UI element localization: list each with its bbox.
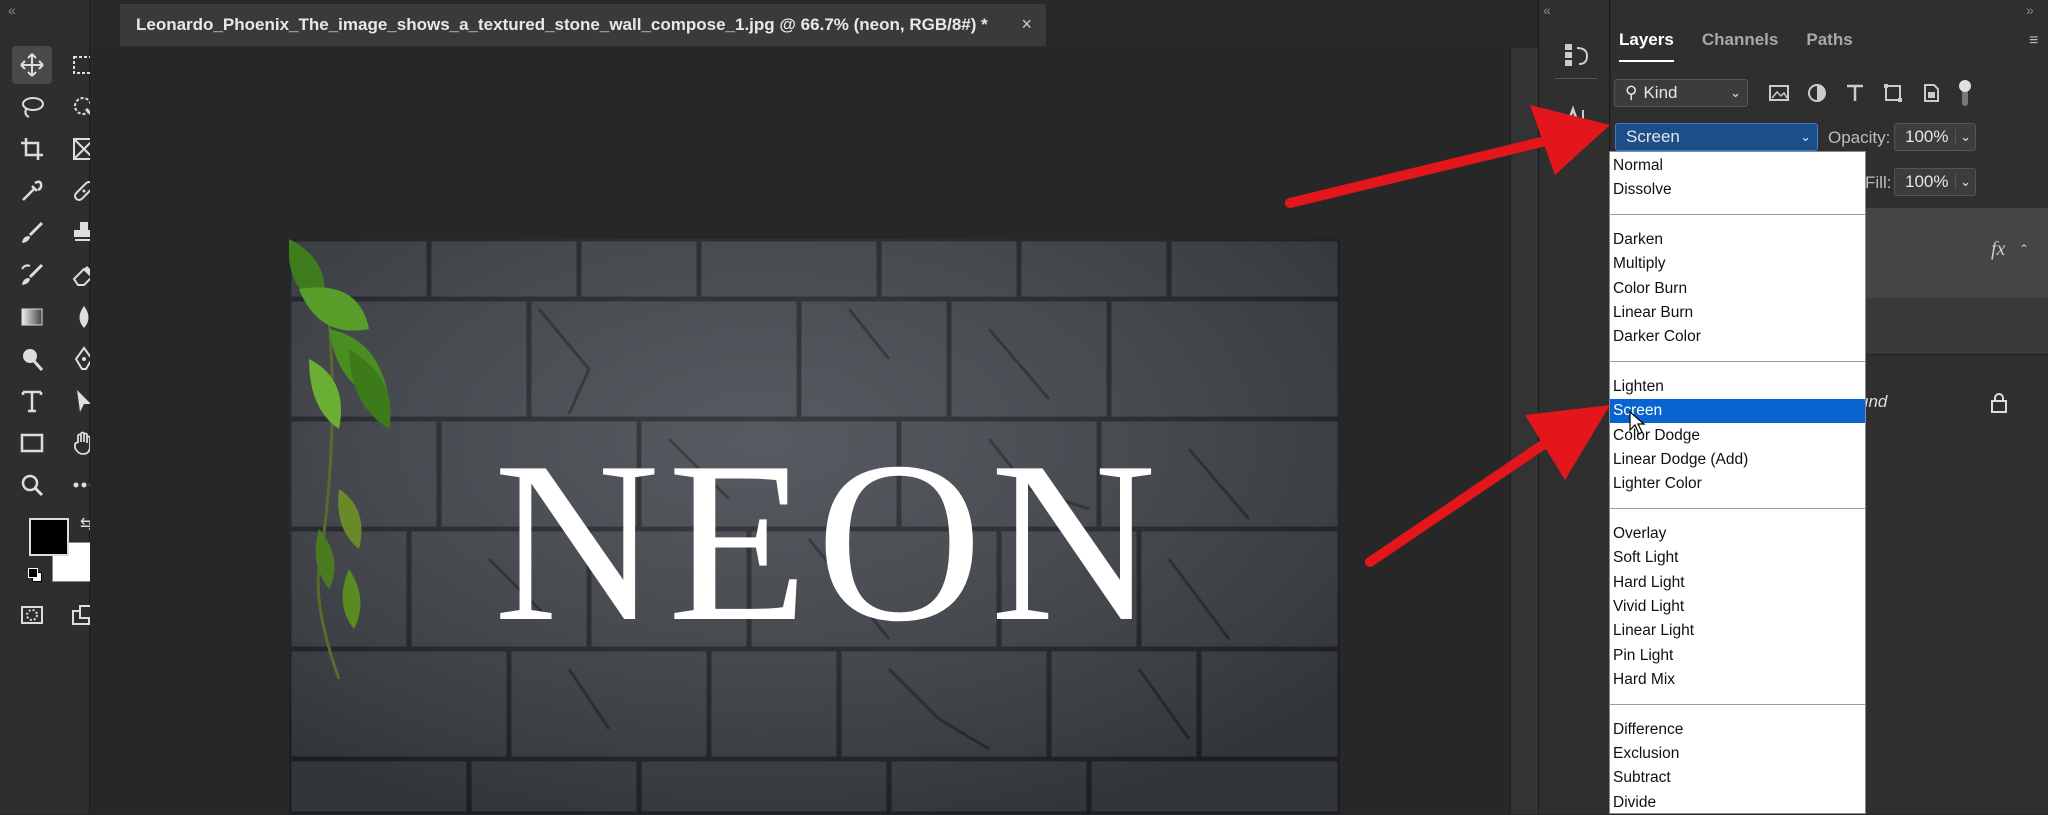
blend-option-darken[interactable]: Darken — [1610, 228, 1865, 252]
blend-option-exclusion[interactable]: Exclusion — [1610, 742, 1865, 766]
move-tool-icon[interactable] — [12, 46, 52, 84]
blend-option-screen[interactable]: Screen — [1610, 399, 1865, 424]
filter-kind-select[interactable]: ⚲ Kind ⌄ — [1614, 79, 1748, 107]
blend-option-linear-dodge-add[interactable]: Linear Dodge (Add) — [1610, 448, 1865, 472]
filter-pixel-layer-icon[interactable] — [1768, 82, 1790, 104]
chevron-down-icon: ⌄ — [1730, 85, 1741, 100]
expand-panel-icon[interactable]: » — [2026, 2, 2034, 18]
menu-separator — [1610, 360, 1865, 362]
filter-smart-object-icon[interactable] — [1920, 82, 1942, 104]
opacity-value: 100% — [1905, 127, 1949, 146]
document-title: Leonardo_Phoenix_The_image_shows_a_textu… — [136, 15, 988, 34]
blend-option-multiply[interactable]: Multiply — [1610, 252, 1865, 276]
blend-option-color-burn[interactable]: Color Burn — [1610, 277, 1865, 301]
quick-mask-icon[interactable] — [12, 596, 52, 634]
blend-option-linear-burn[interactable]: Linear Burn — [1610, 301, 1865, 325]
arrow-to-blend-select — [1285, 105, 1610, 208]
blend-option-lighter-color[interactable]: Lighter Color — [1610, 472, 1865, 496]
filter-adjustment-layer-icon[interactable] — [1806, 82, 1828, 104]
opacity-field[interactable]: 100% ⌄ — [1894, 123, 1976, 151]
fx-icon[interactable]: fx — [1991, 238, 2005, 261]
opacity-label: Opacity: — [1828, 128, 1891, 147]
strip-divider — [1555, 78, 1597, 79]
filter-type-layer-icon[interactable] — [1844, 82, 1866, 104]
search-icon: ⚲ — [1625, 83, 1638, 102]
blend-option-pin-light[interactable]: Pin Light — [1610, 644, 1865, 668]
collapse-strip-icon[interactable]: « — [1543, 2, 1551, 18]
blend-mode-menu: Normal Dissolve Darken Multiply Color Burn Li… — [1609, 151, 1866, 814]
panel-menu-icon[interactable]: ≡ — [2029, 32, 2038, 50]
blend-option-linear-light[interactable]: Linear Light — [1610, 619, 1865, 643]
panel-tabs: Layers Channels Paths — [1611, 18, 1853, 62]
default-colors-icon[interactable] — [28, 568, 42, 582]
chevron-down-icon: ⌄ — [1955, 129, 1971, 145]
menu-separator — [1610, 507, 1865, 509]
blend-option-color-dodge[interactable]: Color Dodge — [1610, 424, 1865, 448]
mouse-cursor-icon — [1629, 410, 1646, 435]
blend-option-soft-light[interactable]: Soft Light — [1610, 546, 1865, 570]
annotation-arrows — [1285, 105, 1610, 567]
blend-mode-value: Screen — [1626, 127, 1680, 146]
menu-separator — [1610, 213, 1865, 215]
blend-option-subtract[interactable]: Subtract — [1610, 766, 1865, 790]
filter-toggle-icon[interactable] — [1958, 80, 1972, 106]
type-tool-icon[interactable] — [12, 382, 52, 420]
close-document-icon[interactable]: × — [1021, 14, 1032, 35]
tools-panel: « ⇆ — [0, 0, 96, 814]
stone-wall-image: NEON — [289, 239, 1340, 814]
rectangle-tool-icon[interactable] — [12, 424, 52, 462]
neon-text-layer: NEON — [494, 414, 1165, 669]
fill-field[interactable]: 100% ⌄ — [1894, 168, 1976, 196]
brush-tool-icon[interactable] — [12, 214, 52, 252]
arrow-to-screen-option — [1365, 405, 1610, 567]
tab-channels[interactable]: Channels — [1702, 18, 1779, 62]
fill-value: 100% — [1905, 172, 1949, 191]
lock-icon[interactable] — [1989, 392, 2009, 414]
tab-layers[interactable]: Layers — [1619, 18, 1674, 62]
document-tab[interactable]: Leonardo_Phoenix_The_image_shows_a_textu… — [120, 4, 1046, 46]
crop-tool-icon[interactable] — [12, 130, 52, 168]
blend-option-hard-light[interactable]: Hard Light — [1610, 571, 1865, 595]
eyedropper-tool-icon[interactable] — [12, 172, 52, 210]
fill-label: Fill: — [1865, 173, 1892, 192]
gradient-tool-icon[interactable] — [12, 298, 52, 336]
history-panel-icon[interactable] — [1561, 40, 1591, 70]
blend-option-divide[interactable]: Divide — [1610, 791, 1865, 815]
menu-separator — [1610, 703, 1865, 705]
collapse-toolbar-icon[interactable]: « — [8, 2, 16, 18]
filter-kind-label: Kind — [1643, 83, 1678, 102]
blend-mode-select[interactable]: Screen ⌄ — [1615, 123, 1818, 151]
blend-option-difference[interactable]: Difference — [1610, 718, 1865, 742]
zoom-tool-icon[interactable] — [12, 466, 52, 504]
foreground-color-swatch[interactable] — [29, 518, 69, 556]
lasso-tool-icon[interactable] — [12, 88, 52, 126]
blend-option-normal[interactable]: Normal — [1610, 154, 1865, 178]
tab-paths[interactable]: Paths — [1806, 18, 1852, 62]
chevron-down-icon: ⌄ — [1955, 174, 1971, 190]
blend-option-hard-mix[interactable]: Hard Mix — [1610, 668, 1865, 692]
chevron-up-icon[interactable]: ⌃ — [2019, 242, 2029, 256]
blend-option-lighten[interactable]: Lighten — [1610, 375, 1865, 399]
document-image: NEON — [289, 239, 1340, 814]
dodge-tool-icon[interactable] — [12, 340, 52, 378]
history-brush-tool-icon[interactable] — [12, 256, 52, 294]
blend-option-darker-color[interactable]: Darker Color — [1610, 325, 1865, 349]
blend-option-vivid-light[interactable]: Vivid Light — [1610, 595, 1865, 619]
chevron-down-icon: ⌄ — [1800, 129, 1811, 144]
filter-shape-layer-icon[interactable] — [1882, 82, 1904, 104]
blend-option-dissolve[interactable]: Dissolve — [1610, 178, 1865, 202]
blend-option-overlay[interactable]: Overlay — [1610, 522, 1865, 546]
